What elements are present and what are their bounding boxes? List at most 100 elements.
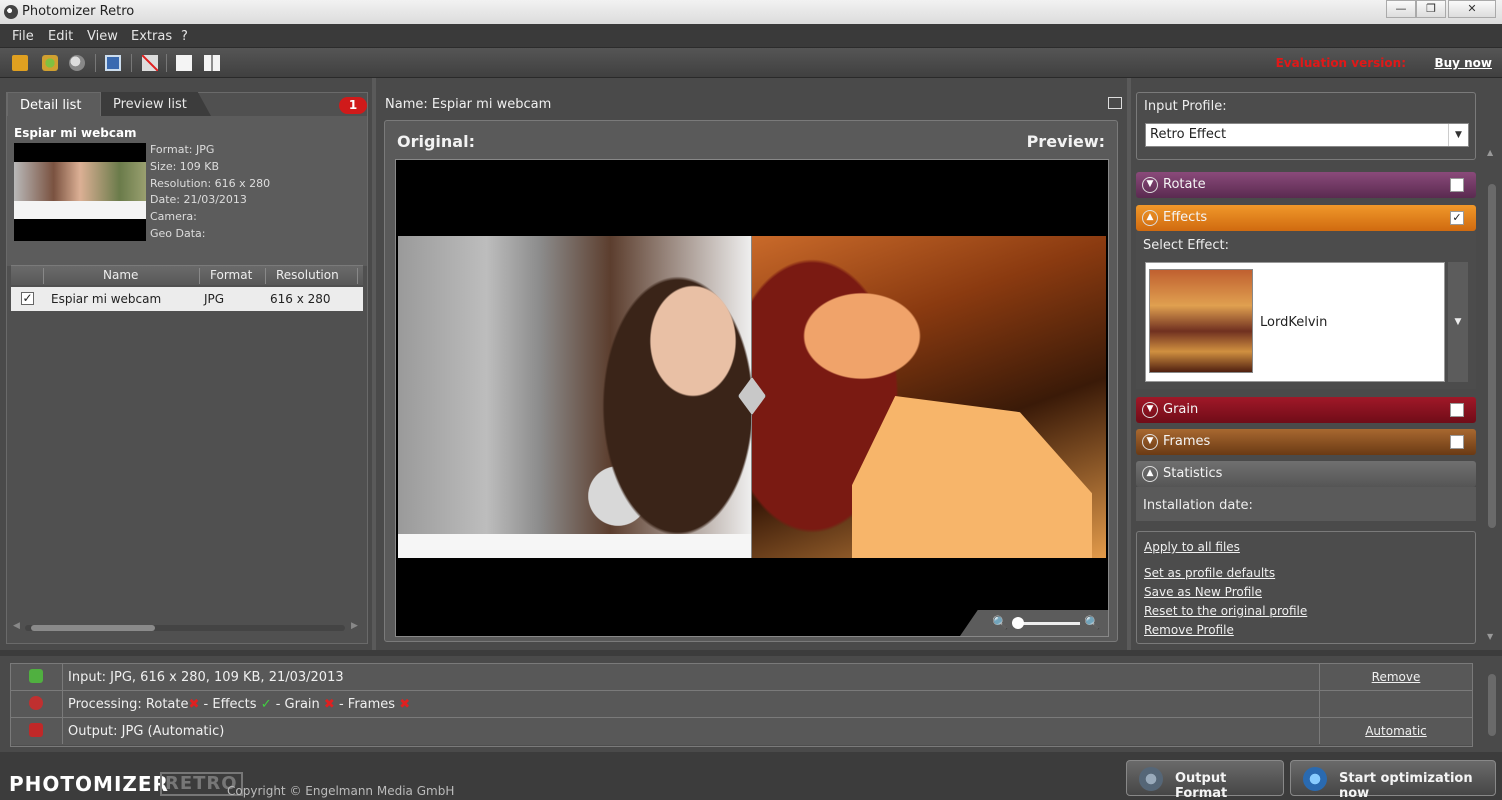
input-profile-box: Input Profile: Retro Effect ▼: [1136, 92, 1476, 160]
open-folder-icon[interactable]: [12, 55, 28, 71]
chevron-up-icon[interactable]: ▲: [1142, 466, 1158, 482]
add-files-icon[interactable]: [42, 55, 58, 71]
reset-profile-link[interactable]: Reset to the original profile: [1144, 604, 1307, 618]
section-grain[interactable]: ▼ Grain: [1136, 397, 1476, 423]
right-splitter[interactable]: [1127, 78, 1131, 652]
profile-links: Apply to all files Set as profile defaul…: [1136, 531, 1476, 644]
table-row[interactable]: ✓ Espiar mi webcam JPG 616 x 280: [11, 287, 363, 311]
processing-action: [1319, 691, 1472, 717]
file-camera: Camera:: [150, 210, 197, 223]
start-icon: [1303, 767, 1327, 791]
menu-file[interactable]: File: [12, 29, 34, 44]
file-date: Date: 21/03/2013: [150, 193, 247, 206]
close-button[interactable]: ✕: [1448, 0, 1496, 18]
column-name[interactable]: Name: [103, 268, 138, 282]
scroll-down-icon[interactable]: ▼: [1487, 632, 1493, 641]
chevron-up-icon[interactable]: ▲: [1142, 210, 1158, 226]
menu-view[interactable]: View: [87, 29, 118, 44]
column-resolution[interactable]: Resolution: [276, 268, 339, 282]
remove-profile-link[interactable]: Remove Profile: [1144, 623, 1234, 637]
scroll-left-icon[interactable]: ◀: [13, 621, 20, 631]
menu-help[interactable]: ?: [181, 29, 188, 44]
scroll-up-icon[interactable]: ▲: [1487, 148, 1493, 157]
toolbar-separator: [131, 54, 132, 72]
buy-now-link[interactable]: Buy now: [1434, 56, 1492, 70]
preview-file-name: Name: Espiar mi webcam: [385, 97, 552, 112]
menu-edit[interactable]: Edit: [48, 29, 73, 44]
single-view-icon[interactable]: [176, 55, 192, 71]
window-title: Photomizer Retro: [22, 4, 135, 19]
chevron-down-icon[interactable]: ▼: [1142, 177, 1158, 193]
scrollbar-thumb[interactable]: [1488, 184, 1496, 528]
status-row-output: Output: JPG (Automatic) Automatic: [11, 718, 1472, 745]
frames-off-icon: ✖: [399, 697, 411, 712]
chevron-down-icon[interactable]: ▼: [1448, 124, 1468, 146]
scroll-right-icon[interactable]: ▶: [351, 621, 358, 631]
image-canvas[interactable]: 🔍 🔍: [395, 159, 1109, 637]
save-icon[interactable]: [105, 55, 121, 71]
remove-file-icon[interactable]: [142, 55, 158, 71]
left-splitter[interactable]: [372, 78, 376, 652]
status-output-text: Output: JPG (Automatic): [68, 724, 225, 739]
title-bar: Photomizer Retro — ❐ ✕: [0, 0, 1502, 24]
file-resolution: Resolution: 616 x 280: [150, 177, 271, 190]
minimize-button[interactable]: —: [1386, 0, 1416, 18]
statistics-body: Installation date:: [1136, 487, 1476, 521]
input-icon: [29, 669, 43, 683]
zoom-slider-knob[interactable]: [1012, 617, 1024, 629]
tab-preview-list[interactable]: Preview list: [101, 92, 211, 116]
right-scrollbar[interactable]: ▲ ▼: [1486, 92, 1498, 648]
save-new-profile-link[interactable]: Save as New Profile: [1144, 585, 1262, 599]
file-geo-data: Geo Data:: [150, 227, 206, 240]
status-panel: Input: JPG, 616 x 280, 109 KB, 21/03/201…: [10, 663, 1473, 747]
menu-extras[interactable]: Extras: [131, 29, 172, 44]
automatic-link[interactable]: Automatic: [1319, 718, 1472, 744]
horizontal-scrollbar[interactable]: ◀ ▶: [11, 621, 363, 635]
rotate-checkbox[interactable]: [1450, 178, 1464, 192]
section-rotate[interactable]: ▼ Rotate: [1136, 172, 1476, 198]
section-effects[interactable]: ▲ Effects ✓: [1136, 205, 1476, 231]
expand-icon[interactable]: [1108, 97, 1122, 109]
processing-icon: [29, 696, 43, 710]
status-row-processing: Processing: Rotate✖ - Effects ✓ - Grain …: [11, 691, 1472, 718]
apply-to-all-link[interactable]: Apply to all files: [1144, 540, 1240, 554]
scrollbar-thumb[interactable]: [31, 625, 155, 631]
search-icon[interactable]: [69, 55, 85, 71]
bottom-splitter[interactable]: [0, 650, 1502, 656]
rotate-off-icon: ✖: [188, 697, 200, 712]
effects-checkbox[interactable]: ✓: [1450, 211, 1464, 225]
maximize-button[interactable]: ❐: [1416, 0, 1446, 18]
zoom-in-icon[interactable]: 🔍: [1084, 616, 1100, 631]
effects-body: Select Effect: LordKelvin ▼: [1136, 231, 1476, 389]
file-format: Format: JPG: [150, 143, 215, 156]
tab-detail-list[interactable]: Detail list: [7, 92, 101, 116]
chevron-down-icon[interactable]: ▼: [1142, 402, 1158, 418]
output-format-button[interactable]: Output Format: [1126, 760, 1284, 800]
row-name: Espiar mi webcam: [51, 292, 162, 306]
file-thumbnail: [14, 143, 146, 241]
split-view-icon[interactable]: [204, 55, 220, 71]
remove-link[interactable]: Remove: [1319, 664, 1472, 690]
section-statistics[interactable]: ▲ Statistics: [1136, 461, 1476, 487]
grain-checkbox[interactable]: [1450, 403, 1464, 417]
section-effects-label: Effects: [1163, 210, 1208, 225]
start-optimization-button[interactable]: Start optimization now: [1290, 760, 1496, 800]
section-rotate-label: Rotate: [1163, 177, 1206, 192]
frames-checkbox[interactable]: [1450, 435, 1464, 449]
status-scrollbar[interactable]: [1486, 660, 1498, 750]
section-frames[interactable]: ▼ Frames: [1136, 429, 1476, 455]
effect-thumbnail: [1149, 269, 1253, 373]
original-image: [398, 236, 752, 558]
row-checkbox[interactable]: ✓: [21, 292, 34, 305]
column-format[interactable]: Format: [210, 268, 252, 282]
file-name: Espiar mi webcam: [14, 126, 137, 140]
set-profile-defaults-link[interactable]: Set as profile defaults: [1144, 566, 1275, 580]
chevron-down-icon[interactable]: ▼: [1142, 434, 1158, 450]
input-profile-select[interactable]: Retro Effect ▼: [1145, 123, 1469, 147]
effect-picker[interactable]: LordKelvin: [1145, 262, 1445, 382]
file-count-badge: 1: [339, 97, 367, 114]
effect-dropdown-arrow[interactable]: ▼: [1448, 262, 1468, 382]
file-detail: Espiar mi webcam Format: JPG Size: 109 K…: [7, 116, 367, 266]
installation-date-label: Installation date:: [1143, 498, 1253, 513]
zoom-out-icon[interactable]: 🔍: [992, 616, 1008, 631]
